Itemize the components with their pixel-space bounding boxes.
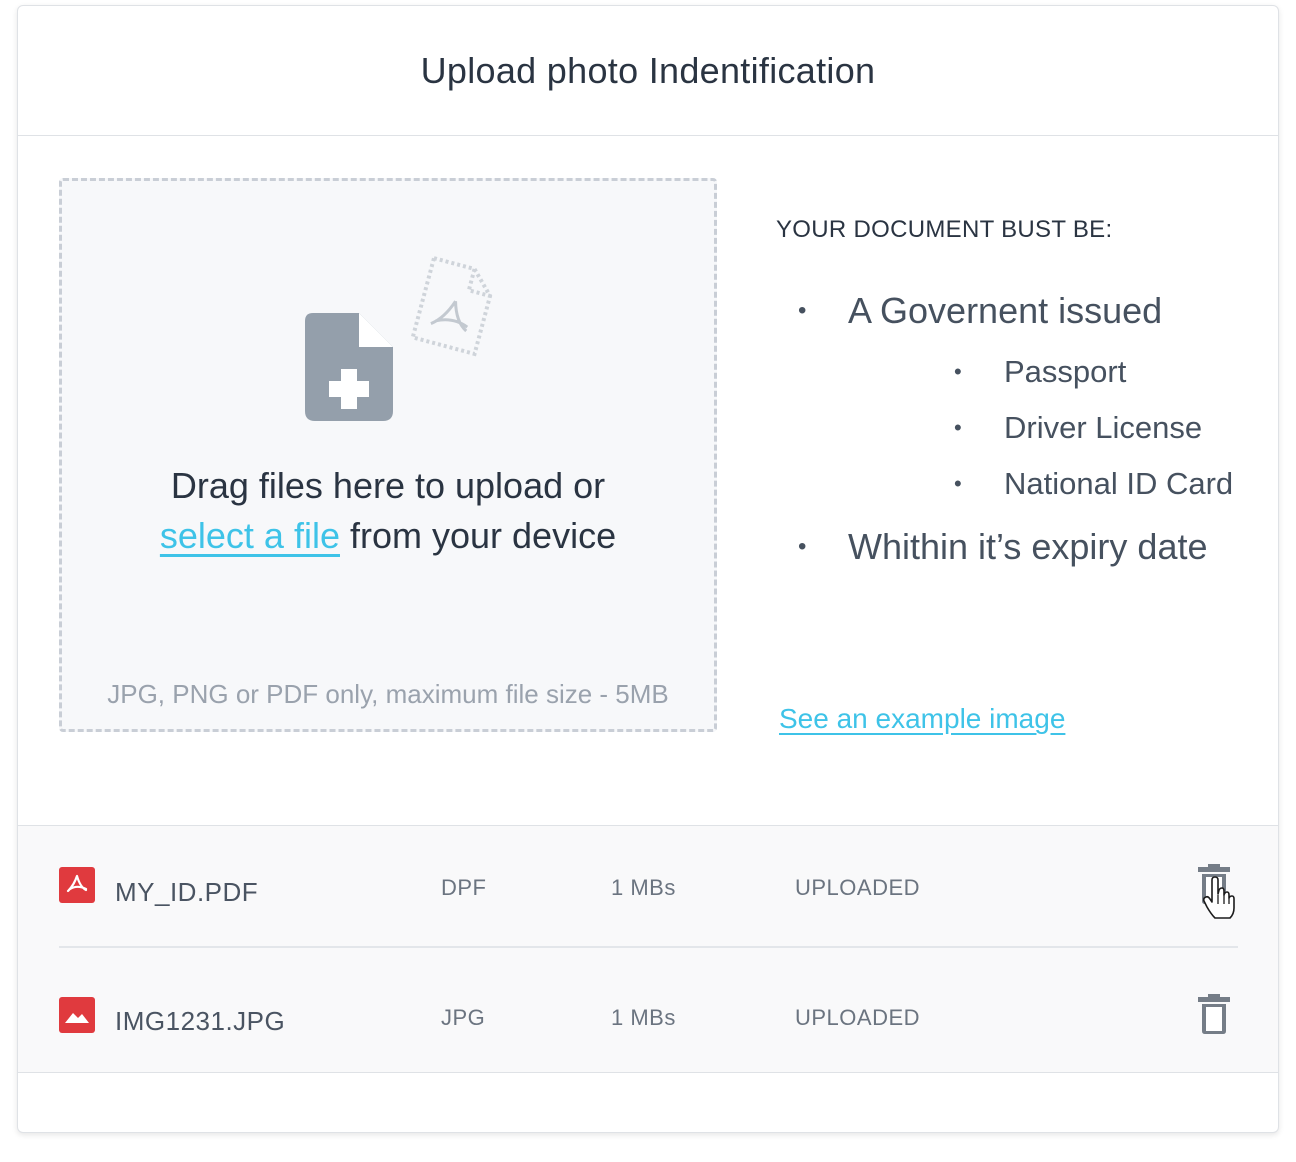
uploaded-files-list: MY_ID.PDF DPF 1 MBs UPLOADED IMG1231.JPG <box>18 825 1278 1073</box>
upload-card: Upload photo Indentification Drag files … <box>17 5 1279 1133</box>
page-title: Upload photo Indentification <box>420 49 876 91</box>
hand-cursor-icon <box>1203 876 1235 919</box>
file-row: MY_ID.PDF DPF 1 MBs UPLOADED <box>59 826 1238 948</box>
image-file-icon <box>59 997 95 1033</box>
example-image-link[interactable]: See an example image <box>779 703 1065 735</box>
requirement-sublist: Passport Driver License National ID Card <box>848 344 1256 512</box>
requirement-item: Whithin it’s expiry date <box>776 522 1256 572</box>
requirement-subitem: Driver License <box>848 400 1256 456</box>
file-size: 1 MBs <box>611 1005 676 1030</box>
requirement-item: A Governent issued Passport Driver Licen… <box>776 286 1256 512</box>
requirement-label: A Governent issued <box>848 290 1163 331</box>
file-status: UPLOADED <box>795 1005 921 1030</box>
file-name: IMG1231.JPG <box>115 1006 286 1036</box>
requirements-title: YOUR DOCUMENT BUST BE: <box>776 216 1113 243</box>
trash-icon[interactable] <box>1197 994 1231 1034</box>
file-add-icon <box>305 313 393 421</box>
file-type: JPG <box>441 1005 486 1030</box>
document-requirements: YOUR DOCUMENT BUST BE: A Governent issue… <box>776 216 1256 572</box>
file-name: MY_ID.PDF <box>115 877 259 907</box>
pdf-file-icon <box>59 867 95 903</box>
file-dropzone[interactable]: Drag files here to upload or select a fi… <box>59 178 717 732</box>
requirement-subitem: National ID Card <box>848 456 1256 512</box>
requirement-subitem: Passport <box>848 344 1256 400</box>
file-row: IMG1231.JPG JPG 1 MBs UPLOADED <box>59 950 1238 1072</box>
select-file-link[interactable]: select a file <box>160 515 340 556</box>
requirement-label: Whithin it’s expiry date <box>848 526 1208 567</box>
pdf-ghost-icon <box>410 255 493 357</box>
file-size: 1 MBs <box>611 875 676 900</box>
dropzone-text-after: from your device <box>350 515 617 556</box>
file-requirements-hint: JPG, PNG or PDF only, maximum file size … <box>107 679 669 709</box>
file-status: UPLOADED <box>795 875 921 900</box>
requirements-list: A Governent issued Passport Driver Licen… <box>776 286 1256 572</box>
card-header: Upload photo Indentification <box>18 6 1278 136</box>
dropzone-text-before: Drag files here to upload or <box>170 465 606 506</box>
dropzone-instructions: Drag files here to upload or select a fi… <box>62 461 714 561</box>
file-type: DPF <box>441 875 487 900</box>
